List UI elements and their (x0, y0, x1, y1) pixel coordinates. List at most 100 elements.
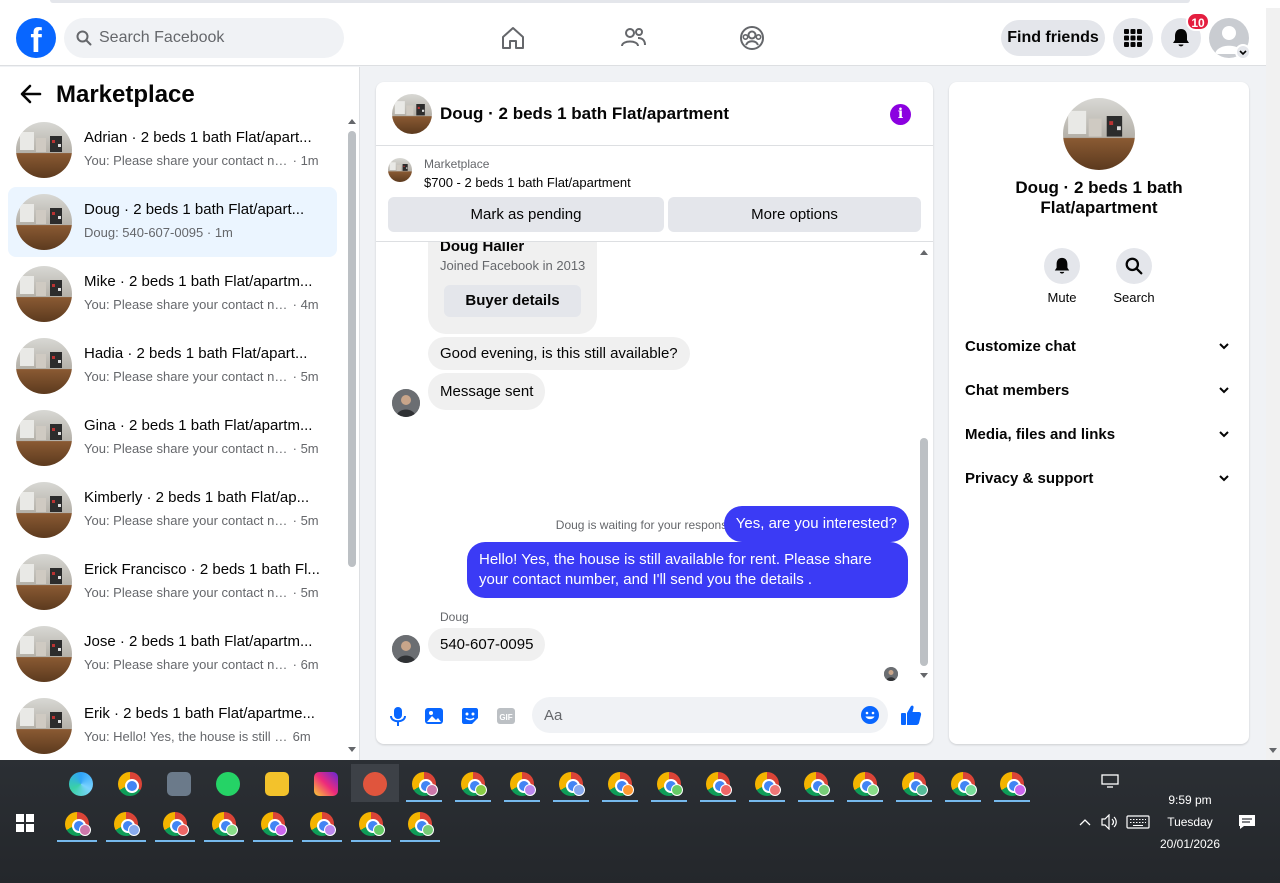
volume-icon[interactable] (1101, 814, 1119, 830)
outgoing-message[interactable]: Hello! Yes, the house is still available… (467, 542, 908, 598)
search-conversation-button[interactable]: Search (1104, 248, 1164, 305)
listing-small-thumbnail[interactable] (388, 158, 412, 182)
clock-time[interactable]: 9:59 pm (1160, 793, 1220, 807)
friends-icon[interactable] (619, 24, 647, 52)
menu-button[interactable] (1113, 18, 1153, 58)
conversation-item[interactable]: Erick Francisco · 2 beds 1 bath Fl... You… (8, 547, 337, 617)
desktop-icon[interactable] (1101, 774, 1119, 788)
listing-price-title[interactable]: $700 - 2 beds 1 bath Flat/apartment (424, 175, 631, 190)
file-explorer-app-icon[interactable] (253, 764, 301, 802)
facebook-logo[interactable]: f (16, 18, 56, 58)
whatsapp-app-icon[interactable] (204, 764, 252, 802)
chrome-profile-app-icon[interactable] (645, 764, 693, 804)
info-section-chat-members[interactable]: Chat members (957, 370, 1241, 414)
mark-as-pending-button[interactable]: Mark as pending (388, 197, 664, 232)
more-options-button[interactable]: More options (668, 197, 921, 232)
chrome-profile-app-icon[interactable] (939, 764, 987, 804)
emoji-icon[interactable] (860, 705, 880, 725)
scroll-up-arrow-icon[interactable] (348, 119, 356, 124)
chrome-profile-app-icon[interactable] (498, 764, 546, 804)
chat-title[interactable]: Doug · 2 beds 1 bath Flat/apartment (440, 104, 729, 124)
apartment-photo (16, 482, 72, 538)
windows-start-icon[interactable] (16, 814, 34, 832)
calculator-app-icon[interactable] (155, 764, 203, 802)
chrome-profile-app-icon[interactable] (400, 764, 448, 804)
sidebar-scrollbar[interactable] (347, 119, 357, 753)
photo-icon[interactable] (423, 705, 445, 727)
incoming-message[interactable]: Message sent (428, 373, 546, 410)
clock-day[interactable]: Tuesday (1160, 815, 1220, 829)
thumbs-up-icon[interactable] (899, 703, 923, 727)
search-bar[interactable] (64, 18, 344, 58)
chrome-profile-app-icon[interactable] (347, 804, 395, 844)
info-section-customize-chat[interactable]: Customize chat (957, 326, 1241, 370)
search-input[interactable] (99, 18, 334, 58)
top-navigation-bar: f Find friends 10 (0, 8, 1266, 66)
sticker-icon[interactable] (459, 705, 481, 727)
clock-date[interactable]: 20/01/2026 (1155, 837, 1225, 851)
chrome-profile-app-icon[interactable] (449, 764, 497, 804)
buyer-details-button[interactable]: Buyer details (444, 285, 581, 317)
info-section-media-files-and-links[interactable]: Media, files and links (957, 414, 1241, 458)
scroll-down-arrow-icon[interactable] (1269, 748, 1277, 753)
chrome-app-icon[interactable] (106, 764, 154, 802)
message-input-box[interactable] (532, 697, 888, 733)
conversation-item[interactable]: Mike · 2 beds 1 bath Flat/apartm... You: … (8, 259, 337, 329)
scroll-down-arrow-icon[interactable] (920, 673, 928, 678)
conversation-item[interactable]: Adrian · 2 beds 1 bath Flat/apart... You:… (8, 115, 337, 185)
conversation-item[interactable]: Hadia · 2 beds 1 bath Flat/apart... You: … (8, 331, 337, 401)
chrome-profile-app-icon[interactable] (102, 804, 150, 844)
listing-thumbnail[interactable] (392, 94, 432, 134)
chrome-profile-app-icon[interactable] (841, 764, 889, 804)
keyboard-icon[interactable] (1126, 815, 1150, 829)
conversation-item[interactable]: Kimberly · 2 beds 1 bath Flat/ap... You: … (8, 475, 337, 545)
scroll-down-arrow-icon[interactable] (348, 747, 356, 752)
incoming-message[interactable]: Good evening, is this still available? (428, 337, 690, 370)
find-friends-button[interactable]: Find friends (1001, 20, 1105, 56)
conversation-item[interactable]: Erik · 2 beds 1 bath Flat/apartme... You:… (8, 691, 337, 761)
doug-avatar[interactable] (392, 389, 420, 417)
chrome-profile-app-icon[interactable] (792, 764, 840, 804)
conversation-item[interactable]: Jose · 2 beds 1 bath Flat/apartm... You: … (8, 619, 337, 689)
listing-thumbnail (16, 554, 72, 610)
home-icon[interactable] (499, 24, 527, 52)
chrome-profile-app-icon[interactable] (298, 804, 346, 844)
message-input[interactable] (544, 697, 844, 733)
gif-icon[interactable]: GIF (495, 705, 517, 727)
mute-button[interactable]: Mute (1032, 248, 1092, 305)
microphone-icon[interactable] (387, 705, 409, 727)
chrome-profile-app-icon[interactable] (53, 804, 101, 844)
chrome-profile-app-icon[interactable] (200, 804, 248, 844)
chrome-profile-app-icon[interactable] (743, 764, 791, 804)
chrome-profile-app-icon[interactable] (694, 764, 742, 804)
chrome-profile-app-icon[interactable] (396, 804, 444, 844)
back-arrow-icon[interactable] (20, 83, 42, 105)
instagram-app-icon[interactable] (302, 764, 350, 802)
notification-center-icon[interactable] (1238, 814, 1256, 830)
chat-scrollbar[interactable] (919, 250, 929, 678)
chevron-down-icon (1219, 431, 1229, 438)
outgoing-message[interactable]: Yes, are you interested? (723, 506, 909, 542)
chrome-profile-app-icon[interactable] (596, 764, 644, 804)
conversation-item[interactable]: Doug · 2 beds 1 bath Flat/apart... Doug: … (8, 187, 337, 257)
chrome-profile-app-icon[interactable] (249, 804, 297, 844)
sidebar-scroll-thumb[interactable] (348, 131, 356, 567)
account-dropdown-button[interactable] (1235, 44, 1251, 60)
incoming-message[interactable]: 540-607-0095 (428, 628, 546, 661)
scroll-up-arrow-icon[interactable] (920, 250, 928, 255)
listing-large-thumbnail[interactable] (1063, 98, 1135, 170)
snipping-tool-app-icon[interactable] (351, 764, 399, 802)
chat-scroll-thumb[interactable] (920, 438, 928, 666)
info-icon[interactable]: i (890, 104, 911, 125)
groups-icon[interactable] (738, 24, 766, 52)
chrome-profile-app-icon[interactable] (151, 804, 199, 844)
page-scrollbar[interactable] (1266, 8, 1280, 760)
chevron-up-icon[interactable] (1079, 817, 1091, 827)
chrome-profile-app-icon[interactable] (988, 764, 1036, 804)
chrome-profile-app-icon[interactable] (890, 764, 938, 804)
conversation-item[interactable]: Gina · 2 beds 1 bath Flat/apartm... You: … (8, 403, 337, 473)
doug-avatar[interactable] (392, 635, 420, 663)
chrome-profile-app-icon[interactable] (547, 764, 595, 804)
copilot-app-icon[interactable] (57, 764, 105, 802)
info-section-privacy-support[interactable]: Privacy & support (957, 458, 1241, 502)
